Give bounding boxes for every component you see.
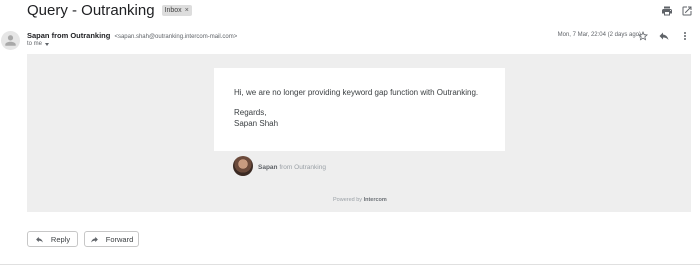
chevron-down-icon[interactable]: [45, 42, 50, 46]
recipient-text: to me: [27, 41, 43, 47]
message-body-line: Sapan Shah: [234, 119, 279, 128]
intercom-signature: Sapan from Outranking: [258, 164, 326, 171]
forward-button[interactable]: Forward: [84, 231, 139, 247]
more-vert-icon[interactable]: [679, 30, 691, 42]
print-icon[interactable]: [661, 5, 673, 17]
powered-by-brand: Intercom: [363, 197, 387, 203]
sender-avatar[interactable]: [1, 31, 20, 50]
reply-label: Reply: [50, 234, 71, 244]
intercom-author-avatar: [233, 156, 253, 176]
reply-arrow-icon: [35, 235, 44, 244]
email-subject: Query - Outranking: [27, 2, 155, 19]
remove-label-icon[interactable]: ×: [185, 6, 189, 15]
top-toolbar-icons: [661, 5, 693, 17]
bottom-divider: [0, 264, 700, 265]
recipient-line[interactable]: to me: [27, 41, 50, 47]
sender-line: Sapan from Outranking <sapan.shah@outran…: [27, 31, 237, 40]
open-in-new-icon[interactable]: [681, 5, 693, 17]
message-card: Hi, we are no longer providing keyword g…: [214, 68, 505, 151]
forward-arrow-icon: [90, 235, 99, 244]
sender-email: <sapan.shah@outranking.intercom-mail.com…: [114, 34, 238, 40]
powered-by-prefix: Powered by: [333, 197, 363, 203]
person-icon: [5, 35, 16, 46]
inbox-label-text: Inbox: [164, 7, 182, 14]
email-date: Mon, 7 Mar, 22:04 (2 days ago): [557, 32, 641, 38]
inbox-label-chip[interactable]: Inbox ×: [161, 5, 192, 16]
signature-company: from Outranking: [279, 164, 326, 171]
reply-icon[interactable]: [658, 30, 670, 42]
message-panel: Hi, we are no longer providing keyword g…: [27, 54, 691, 212]
sender-name[interactable]: Sapan from Outranking: [27, 31, 110, 40]
reply-button[interactable]: Reply: [27, 231, 78, 247]
star-icon[interactable]: [637, 30, 649, 42]
message-body-line: Regards,: [234, 108, 267, 117]
signature-name: Sapan: [258, 164, 278, 171]
message-body-line: Hi, we are no longer providing keyword g…: [234, 88, 479, 97]
subject-row: Query - Outranking Inbox ×: [27, 2, 192, 19]
forward-label: Forward: [105, 234, 134, 244]
message-action-icons: [637, 30, 691, 42]
powered-by-intercom[interactable]: Powered by Intercom: [333, 197, 387, 203]
